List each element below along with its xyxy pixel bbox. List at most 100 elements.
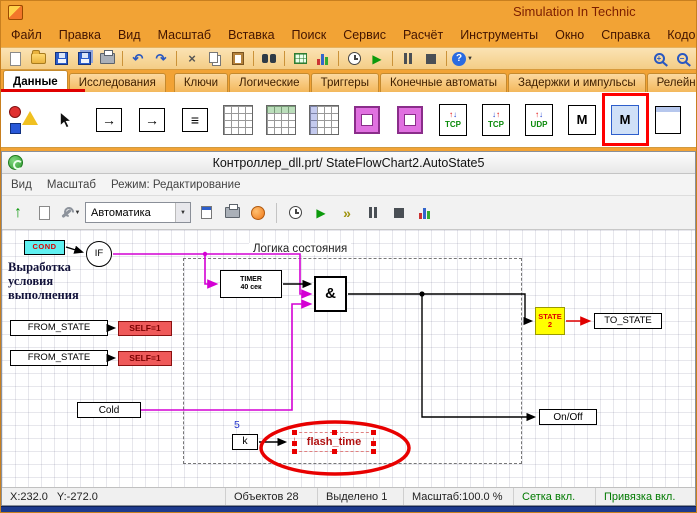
palette-net-tcp-icon-2[interactable]: ↓↑ TCP <box>476 96 516 144</box>
block-self-1[interactable]: SELF=1 <box>118 321 172 336</box>
help-button[interactable]: ? ▼ <box>452 49 473 69</box>
palette-table-icon-3[interactable] <box>304 96 344 144</box>
block-timer[interactable]: TIMER 40 сек <box>220 270 282 298</box>
zoom-in-button[interactable]: + <box>649 49 669 69</box>
menu-bar: Файл Правка Вид Масштаб Вставка Поиск Се… <box>1 23 696 47</box>
selection-handle[interactable] <box>371 441 376 446</box>
palette-table-icon-2[interactable] <box>261 96 301 144</box>
tab-state-machines[interactable]: Конечные автоматы <box>379 73 508 92</box>
sim-time-button[interactable] <box>284 201 306 225</box>
tab-keys[interactable]: Ключи <box>173 73 229 92</box>
fast-forward-button[interactable]: » <box>336 201 358 225</box>
block-onoff[interactable]: On/Off <box>539 409 597 425</box>
menu-item-tools[interactable]: Инструменты <box>460 28 538 42</box>
block-from-state-2[interactable]: FROM_STATE <box>10 350 108 366</box>
palette-net-udp-icon[interactable]: ↑↓ UDP <box>519 96 559 144</box>
schema-toolbar: ↑ ▼ Автоматика ▼ ▶ » <box>2 196 695 230</box>
paste-button[interactable] <box>228 49 248 69</box>
block-cond[interactable]: COND <box>24 240 65 255</box>
schema-stop-button[interactable] <box>388 201 410 225</box>
palette-port-out-icon[interactable]: → <box>132 96 172 144</box>
schema-menu-zoom[interactable]: Масштаб <box>47 179 96 191</box>
timer-label: TIMER <box>240 276 262 284</box>
chevron-down-icon[interactable]: ▼ <box>175 203 190 222</box>
menu-item-search[interactable]: Поиск <box>292 28 327 42</box>
menu-item-view[interactable]: Вид <box>118 28 141 42</box>
block-cold[interactable]: Cold <box>77 402 141 418</box>
palette-drawing-shapes-icon[interactable] <box>3 96 43 144</box>
pause-button[interactable] <box>398 49 418 69</box>
grid-status[interactable]: Сетка вкл. <box>513 488 595 505</box>
go-up-button[interactable]: ↑ <box>7 201 29 225</box>
palette-submodel-monitor-icon[interactable]: M <box>605 96 645 144</box>
stop-button[interactable] <box>421 49 441 69</box>
block-gain-k[interactable]: k <box>232 434 258 450</box>
menu-item-edit[interactable]: Правка <box>59 28 101 42</box>
menu-item-codegenerator[interactable]: Кодогенератор <box>667 28 696 42</box>
menu-item-window[interactable]: Окно <box>555 28 584 42</box>
selection-handle[interactable] <box>292 430 297 435</box>
selection-handle[interactable] <box>292 449 297 454</box>
tab-delays-impulses[interactable]: Задержки и импульсы <box>508 73 646 92</box>
schema-menu-view[interactable]: Вид <box>11 179 32 191</box>
data-table-button[interactable] <box>290 49 310 69</box>
selection-handle[interactable] <box>332 430 337 435</box>
tab-logic[interactable]: Логические <box>229 73 310 92</box>
link-button[interactable] <box>195 201 217 225</box>
palette-port-in-icon[interactable]: → <box>89 96 129 144</box>
schema-menu-mode[interactable]: Режим: Редактирование <box>111 179 240 191</box>
palette-cursor-icon[interactable] <box>46 96 86 144</box>
undo-button[interactable]: ↶ <box>128 49 148 69</box>
palette-memory-icon-2[interactable] <box>390 96 430 144</box>
selection-handle[interactable] <box>332 449 337 454</box>
menu-item-insert[interactable]: Вставка <box>228 28 274 42</box>
settings-button[interactable]: ▼ <box>59 201 81 225</box>
menu-item-file[interactable]: Файл <box>11 28 42 42</box>
menu-item-calculation[interactable]: Расчёт <box>403 28 443 42</box>
palette-bus-icon[interactable]: ≡ <box>175 96 215 144</box>
run-button[interactable]: ▶ <box>367 49 387 69</box>
properties-button[interactable] <box>33 201 55 225</box>
find-button[interactable] <box>259 49 279 69</box>
palette-extra-block-icon[interactable] <box>648 96 688 144</box>
copy-button[interactable] <box>205 49 225 69</box>
snap-status[interactable]: Привязка вкл. <box>595 488 695 505</box>
selection-handle[interactable] <box>371 449 376 454</box>
menu-item-zoom[interactable]: Масштаб <box>158 28 211 42</box>
stats-button[interactable] <box>414 201 436 225</box>
diagram-note[interactable]: Выработка условия выполнения <box>8 260 79 302</box>
palette-memory-icon-1[interactable] <box>347 96 387 144</box>
tab-triggers[interactable]: Триггеры <box>310 73 379 92</box>
palette-net-tcp-icon-1[interactable]: ↑↓ TCP <box>433 96 473 144</box>
redo-button[interactable]: ↷ <box>151 49 171 69</box>
menu-item-service[interactable]: Сервис <box>343 28 386 42</box>
schema-pause-button[interactable] <box>362 201 384 225</box>
block-to-state[interactable]: TO_STATE <box>594 313 662 329</box>
tab-relay[interactable]: Релейные <box>646 73 696 92</box>
selection-handle[interactable] <box>292 441 297 446</box>
refresh-button[interactable] <box>247 201 269 225</box>
block-state-2[interactable]: STATE 2 <box>535 307 565 335</box>
block-from-state-1[interactable]: FROM_STATE <box>10 320 108 336</box>
save-all-button[interactable] <box>74 49 94 69</box>
menu-item-help[interactable]: Справка <box>601 28 650 42</box>
selection-handle[interactable] <box>371 430 376 435</box>
print-button[interactable] <box>97 49 117 69</box>
zoom-out-button[interactable]: − <box>672 49 692 69</box>
new-document-button[interactable] <box>5 49 25 69</box>
graph-button[interactable] <box>313 49 333 69</box>
simulation-time-button[interactable] <box>344 49 364 69</box>
open-file-button[interactable] <box>28 49 48 69</box>
block-if[interactable]: IF <box>86 241 112 267</box>
diagram-canvas[interactable]: Логика состояния COND IF Выработка услов… <box>2 230 695 487</box>
palette-submodel-icon[interactable]: M <box>562 96 602 144</box>
schema-run-button[interactable]: ▶ <box>310 201 332 225</box>
schema-print-button[interactable] <box>221 201 243 225</box>
block-and[interactable]: & <box>314 276 347 312</box>
block-self-2[interactable]: SELF=1 <box>118 351 172 366</box>
palette-table-icon-1[interactable] <box>218 96 258 144</box>
cut-button[interactable]: × <box>182 49 202 69</box>
mode-select[interactable]: Автоматика ▼ <box>85 202 191 223</box>
save-button[interactable] <box>51 49 71 69</box>
block-flash-time-selected[interactable]: flash_time <box>292 430 376 454</box>
